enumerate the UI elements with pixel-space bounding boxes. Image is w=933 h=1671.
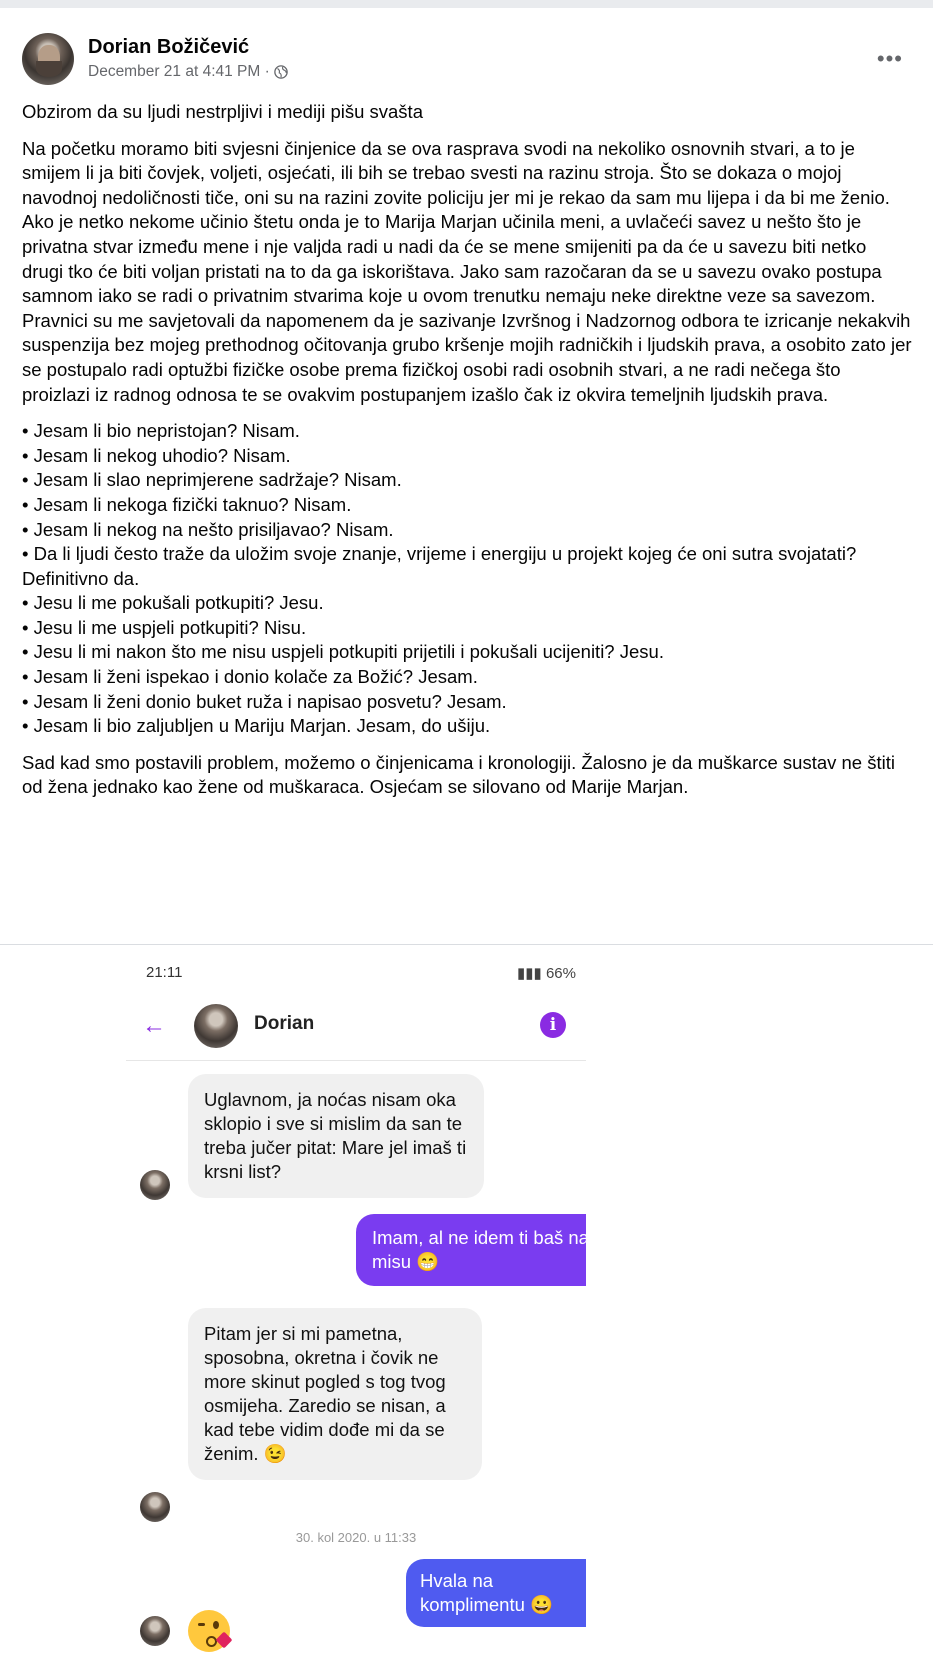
message-incoming: Uglavnom, ja noćas nisam oka sklopio i s… bbox=[188, 1074, 484, 1198]
list-item: Jesam li ženi ispekao i donio kolače za … bbox=[22, 665, 912, 690]
message-timestamp: 30. kol 2020. u 11:33 bbox=[295, 1530, 417, 1545]
attached-screenshot[interactable]: 21:11 ▮▮▮ 66% ← Dorian i Uglavnom, ja no… bbox=[126, 952, 586, 1671]
avatar bbox=[140, 1616, 170, 1646]
divider bbox=[0, 944, 933, 945]
avatar bbox=[140, 1170, 170, 1200]
author-avatar[interactable] bbox=[22, 33, 74, 85]
list-item: Jesam li nekoga fizički taknuo? Nisam. bbox=[22, 493, 912, 518]
message-outgoing: Imam, al ne idem ti baš na misu 😁 bbox=[356, 1214, 586, 1286]
status-battery: ▮▮▮ 66% bbox=[517, 965, 576, 982]
kiss-emoji-icon bbox=[188, 1610, 233, 1652]
post-paragraph: Na početku moramo biti svjesni činjenice… bbox=[22, 137, 912, 405]
status-time: 21:11 bbox=[146, 964, 183, 981]
chat-name: Dorian bbox=[254, 1013, 315, 1034]
author-name[interactable]: Dorian Božičević bbox=[88, 36, 249, 59]
list-item: Jesu li mi nakon što me nisu uspjeli pot… bbox=[22, 640, 912, 665]
avatar bbox=[194, 1004, 238, 1048]
chat-header: ← Dorian i bbox=[126, 1000, 586, 1061]
post-date[interactable]: December 21 at 4:41 PM · bbox=[88, 63, 270, 81]
list-item: Jesam li ženi donio buket ruža i napisao… bbox=[22, 690, 912, 715]
more-options-button[interactable]: ••• bbox=[877, 46, 903, 72]
info-icon[interactable]: i bbox=[540, 1012, 566, 1038]
top-bar bbox=[0, 0, 933, 8]
list-item: Jesu li me pokušali potkupiti? Jesu. bbox=[22, 591, 912, 616]
back-arrow-icon[interactable]: ← bbox=[142, 1012, 166, 1040]
list-item: Jesam li bio zaljubljen u Mariju Marjan.… bbox=[22, 714, 912, 739]
bullet-list: Jesam li bio nepristojan? Nisam. Jesam l… bbox=[22, 419, 912, 739]
list-item: Jesu li me uspjeli potkupiti? Nisu. bbox=[22, 616, 912, 641]
message-outgoing: Hvala na komplimentu 😀 bbox=[406, 1559, 586, 1627]
post-body: Obzirom da su ljudi nestrpljivi i mediji… bbox=[22, 100, 912, 812]
post-meta: December 21 at 4:41 PM · bbox=[88, 63, 288, 81]
post-closing: Sad kad smo postavili problem, možemo o … bbox=[22, 751, 895, 798]
message-incoming: Pitam jer si mi pametna, sposobna, okret… bbox=[188, 1308, 482, 1480]
globe-icon bbox=[274, 65, 288, 79]
list-item: Jesam li nekog uhodio? Nisam. bbox=[22, 444, 912, 469]
list-item: Jesam li slao neprimjerene sadržaje? Nis… bbox=[22, 468, 912, 493]
list-item: Da li ljudi često traže da uložim svoje … bbox=[22, 542, 912, 591]
list-item: Jesam li bio nepristojan? Nisam. bbox=[22, 419, 912, 444]
post-intro: Obzirom da su ljudi nestrpljivi i mediji… bbox=[22, 101, 423, 122]
avatar bbox=[140, 1492, 170, 1522]
phone-status-bar: 21:11 ▮▮▮ 66% bbox=[146, 964, 576, 982]
signal-icon: ▮▮▮ bbox=[517, 965, 546, 982]
list-item: Jesam li nekog na nešto prisiljavao? Nis… bbox=[22, 518, 912, 543]
